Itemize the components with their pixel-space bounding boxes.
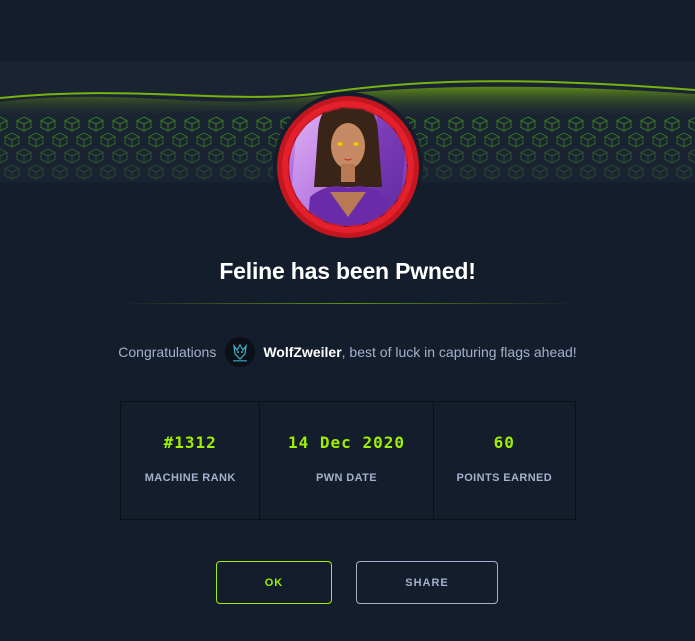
pwn-date-value: 14 Dec 2020 [288,433,405,452]
title-divider [120,303,576,304]
username-link[interactable]: WolfZweiler [263,344,341,360]
stat-points-earned: 60 POINTS EARNED [432,402,575,519]
stat-pwn-date: 14 Dec 2020 PWN DATE [259,402,432,519]
machine-rank-value: #1312 [163,433,217,452]
machine-rank-label: MACHINE RANK [144,472,236,484]
top-bar [0,0,695,62]
congrats-suffix: , best of luck in capturing flags ahead! [341,344,577,360]
congrats-message: Congratulations WolfZweiler , best of lu… [0,335,695,369]
page-title: Feline has been Pwned! [219,258,476,284]
wolf-avatar-icon [225,337,256,367]
share-button[interactable]: SHARE [356,561,498,604]
points-earned-value: 60 [493,433,515,452]
pwn-date-label: PWN DATE [315,472,378,484]
stat-machine-rank: #1312 MACHINE RANK [121,402,259,519]
machine-avatar [268,92,428,242]
stats-panel: #1312 MACHINE RANK 14 Dec 2020 PWN DATE … [120,401,576,520]
congrats-prefix: Congratulations [118,344,217,360]
points-earned-label: POINTS EARNED [456,472,553,484]
ok-button[interactable]: OK [216,561,332,604]
